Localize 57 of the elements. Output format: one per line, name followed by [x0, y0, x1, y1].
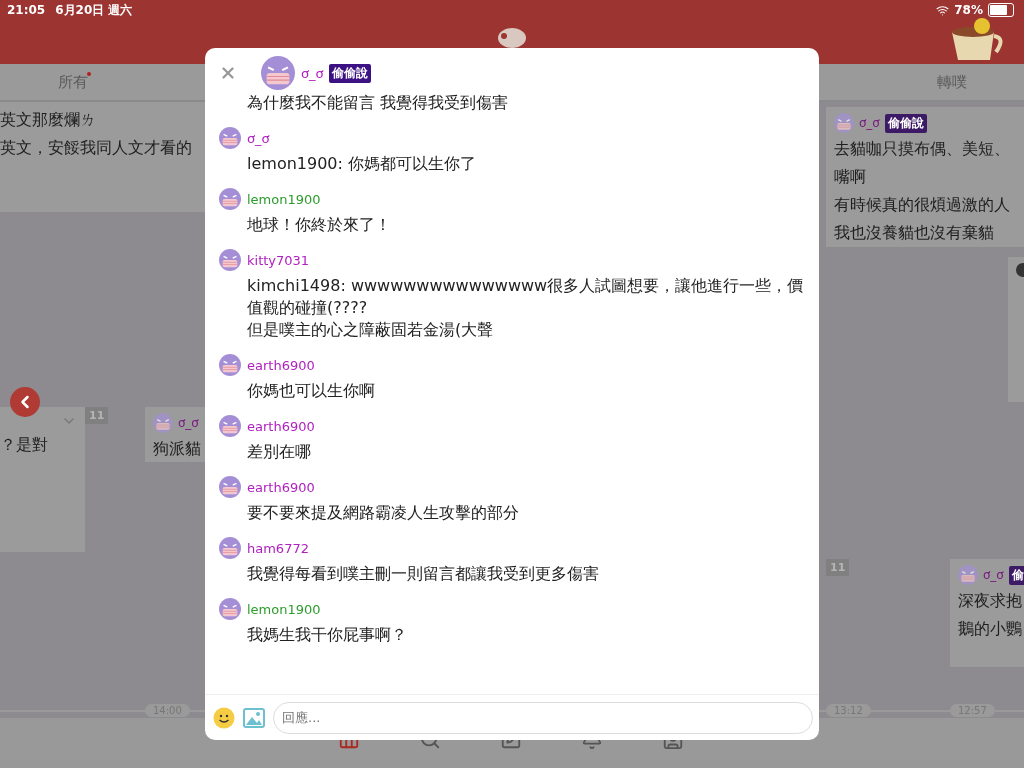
author-name: ơ_ơ	[859, 116, 880, 130]
plurk-text: 英文，安餒我同人文才看的	[0, 137, 193, 159]
author-name: ơ_ơ	[178, 416, 199, 430]
status-date: 6月20日 週六	[55, 1, 133, 19]
response-text: 我覺得每看到噗主刪一則留言都讓我受到更多傷害	[246, 563, 600, 585]
response-text: kimchi1498: wwwwwwwwwwwwwww很多人試圖想要，讓他進行一些，價值觀的碰撞(???? 但是噗主的心之障蔽固若金湯(大聲	[246, 275, 805, 341]
plurk-text: 鵝的小鸚	[958, 618, 1023, 640]
whisper-badge: 偷偷說	[884, 113, 927, 133]
avatar-icon	[219, 415, 241, 437]
plurk-text: 英文那麼爛ㄌ	[0, 109, 97, 131]
avatar-icon	[219, 598, 241, 620]
avatar-icon	[219, 127, 241, 149]
author-name: ơ_ơ	[301, 65, 324, 81]
author-name: earth6900	[247, 418, 315, 434]
whisper-badge: 偷	[1008, 565, 1024, 585]
author-name: kitty7031	[247, 252, 310, 268]
plurk-text: 嘴啊	[834, 166, 867, 188]
battery-icon	[988, 3, 1014, 17]
wifi-icon	[936, 3, 950, 17]
tab[interactable]: 轉噗	[879, 64, 1024, 100]
response-text: 差別在哪	[246, 441, 312, 463]
close-icon[interactable]	[219, 64, 237, 82]
reply-input[interactable]: 回應...	[273, 701, 813, 734]
plurk-text: 深夜求抱	[958, 590, 1023, 612]
avatar-icon	[219, 188, 241, 210]
response-text: 地球！你終於來了！	[246, 214, 392, 236]
response-text: 你媽也可以生你啊	[246, 380, 376, 402]
avatar-icon	[153, 413, 173, 433]
response-text: lemon1900: 你媽都可以生你了	[246, 153, 477, 175]
author-name: lemon1900	[247, 191, 321, 207]
tab[interactable]: 所有	[0, 64, 145, 100]
avatar-icon	[219, 537, 241, 559]
avatar-icon	[834, 113, 854, 133]
plurk-text: 我也沒養貓也沒有棄貓	[834, 222, 995, 244]
plurk-text: 狗派貓	[153, 438, 202, 460]
avatar-icon	[219, 354, 241, 376]
author-name: ham6772	[247, 540, 309, 556]
author-name: ơ_ơ	[983, 568, 1004, 582]
author-name: lemon1900	[247, 601, 321, 617]
author-name: earth6900	[247, 479, 315, 495]
plurk-text: 去貓咖只摸布偶、美短、	[834, 138, 1011, 160]
whisper-badge: 偷偷說	[329, 63, 372, 83]
avatar-icon	[261, 56, 295, 90]
plurk-text: 有時候真的很煩過激的人	[834, 194, 1011, 216]
battery-level: 78%	[954, 3, 983, 17]
avatar-icon	[958, 565, 978, 585]
plurk-text: ？是對	[0, 434, 49, 456]
author-name: earth6900	[247, 357, 315, 373]
author-name: ơ_ơ	[247, 130, 270, 146]
response-text: 我媽生我干你屁事啊？	[246, 624, 408, 646]
avatar-icon	[219, 476, 241, 498]
back-button[interactable]	[10, 387, 40, 417]
post-text: 為什麼我不能留言 我覺得我受到傷害	[246, 92, 510, 114]
avatar-icon	[219, 249, 241, 271]
response-text: 要不要來提及網路霸凌人生攻擊的部分	[246, 502, 520, 524]
status-time: 21:05	[7, 3, 46, 17]
smiley-icon[interactable]	[213, 706, 235, 729]
